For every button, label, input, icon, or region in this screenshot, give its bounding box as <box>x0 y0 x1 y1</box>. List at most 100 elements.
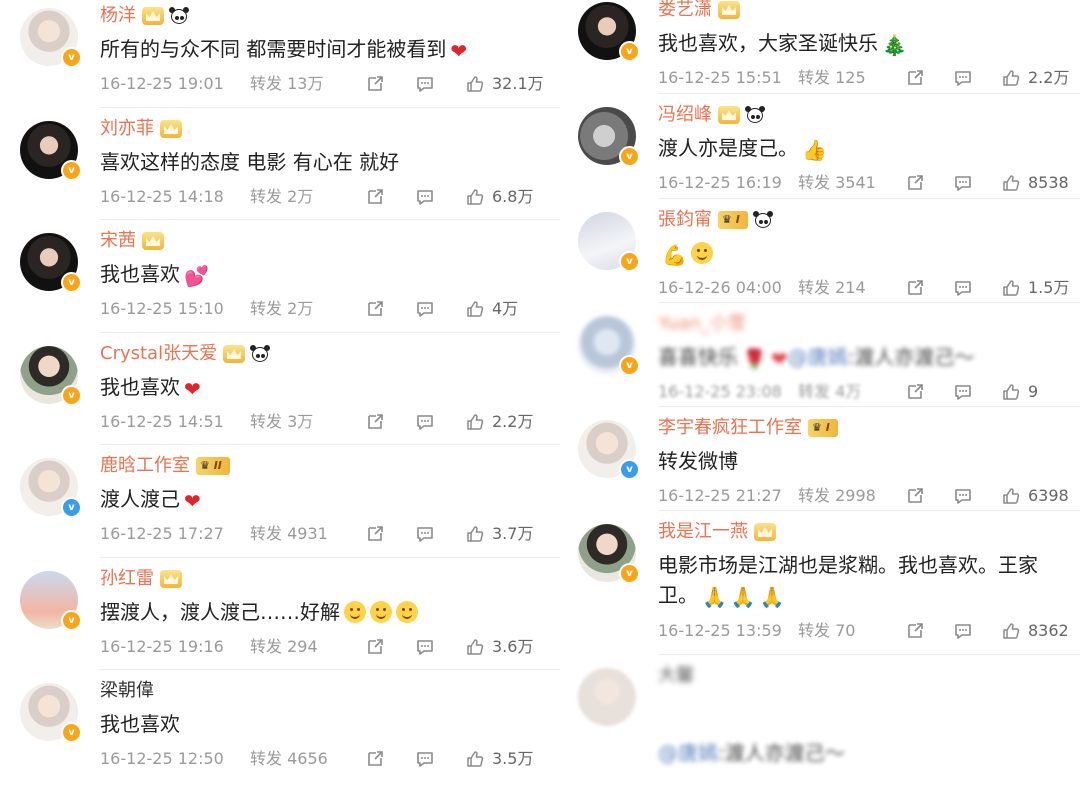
like-icon[interactable] <box>466 75 484 93</box>
username-link[interactable]: 我是江一燕 <box>658 520 776 544</box>
share-icon[interactable] <box>906 383 924 401</box>
comment-icon[interactable] <box>954 69 972 87</box>
avatar[interactable]: v <box>20 458 82 518</box>
repost-button[interactable]: 转发 13万 <box>250 72 323 96</box>
like-count[interactable]: 1.5万 <box>1028 276 1069 300</box>
share-icon[interactable] <box>906 174 924 192</box>
comment-icon[interactable] <box>954 622 972 640</box>
avatar[interactable]: v <box>20 683 82 743</box>
username-text: 孙红雷 <box>100 568 154 589</box>
like-icon[interactable] <box>1002 622 1020 640</box>
like-icon[interactable] <box>1002 487 1020 505</box>
share-icon[interactable] <box>366 75 384 93</box>
repost-button[interactable]: 转发 2万 <box>250 297 313 321</box>
comment-item: v Crystal张天爱 我也喜欢 ❤ 16-12-25 14:51 转发 3万 2.2万 <box>18 338 560 448</box>
like-count[interactable]: 6.8万 <box>492 185 533 209</box>
avatar[interactable]: v <box>578 2 640 62</box>
username-link[interactable]: Yuan_小雪 <box>658 312 746 336</box>
share-icon[interactable] <box>366 300 384 318</box>
like-count[interactable]: 3.5万 <box>492 747 533 771</box>
share-icon[interactable] <box>366 413 384 431</box>
like-icon[interactable] <box>466 638 484 656</box>
like-icon[interactable] <box>466 413 484 431</box>
share-icon[interactable] <box>906 279 924 297</box>
crown-membership-icon <box>142 7 164 25</box>
share-icon[interactable] <box>366 525 384 543</box>
avatar[interactable]: v <box>578 316 640 376</box>
avatar[interactable]: v <box>578 212 640 272</box>
praying-hands-emoji: 🙏 <box>730 585 756 609</box>
comment-icon[interactable] <box>954 279 972 297</box>
avatar[interactable] <box>578 668 636 726</box>
like-count[interactable]: 6398 <box>1028 484 1069 508</box>
comment-icon[interactable] <box>416 413 434 431</box>
repost-button[interactable]: 转发 3万 <box>250 410 313 434</box>
repost-button[interactable]: 转发 2万 <box>250 185 313 209</box>
repost-button[interactable]: 转发 2998 <box>798 484 876 508</box>
share-icon[interactable] <box>906 622 924 640</box>
mention-link[interactable]: @唐嫣 <box>658 741 718 765</box>
like-icon[interactable] <box>1002 69 1020 87</box>
like-icon[interactable] <box>466 188 484 206</box>
comment-icon[interactable] <box>416 75 434 93</box>
repost-button[interactable]: 转发 4万 <box>798 380 861 404</box>
avatar[interactable]: v <box>20 346 82 406</box>
username-link[interactable]: 梁朝偉 <box>100 679 154 703</box>
timestamp: 16-12-25 14:51 <box>100 412 224 431</box>
like-icon[interactable] <box>466 750 484 768</box>
mention-link[interactable]: @唐嫣 <box>788 345 848 369</box>
like-count[interactable]: 8362 <box>1028 619 1069 643</box>
share-icon[interactable] <box>906 69 924 87</box>
avatar[interactable]: v <box>20 233 82 293</box>
like-count[interactable]: 32.1万 <box>492 72 544 96</box>
username-link[interactable]: 冯绍峰 <box>658 103 765 127</box>
username-link[interactable]: 娄艺潇 <box>658 0 740 22</box>
avatar[interactable]: v <box>20 8 82 68</box>
username-link[interactable]: 李宇春疯狂工作室 I <box>658 416 838 440</box>
repost-button[interactable]: 转发 294 <box>250 635 318 659</box>
comment-icon[interactable] <box>954 487 972 505</box>
comment-icon[interactable] <box>416 638 434 656</box>
username-link[interactable]: 大馨 <box>658 664 694 688</box>
repost-button[interactable]: 转发 4931 <box>250 522 328 546</box>
share-icon[interactable] <box>906 487 924 505</box>
comment-icon[interactable] <box>416 188 434 206</box>
comment-icon[interactable] <box>416 300 434 318</box>
like-icon[interactable] <box>1002 174 1020 192</box>
repost-button[interactable]: 转发 70 <box>798 619 855 643</box>
repost-button[interactable]: 转发 125 <box>798 66 866 90</box>
avatar[interactable]: v <box>20 121 82 181</box>
username-link[interactable]: Crystal张天爱 <box>100 342 270 366</box>
username-link[interactable]: 張鈞甯 I <box>658 208 773 232</box>
repost-button[interactable]: 转发 4656 <box>250 747 328 771</box>
comment-icon[interactable] <box>416 525 434 543</box>
share-icon[interactable] <box>366 188 384 206</box>
comment-icon[interactable] <box>954 174 972 192</box>
username-link[interactable]: 刘亦菲 <box>100 117 182 141</box>
like-count[interactable]: 3.6万 <box>492 635 533 659</box>
like-icon[interactable] <box>466 300 484 318</box>
like-count[interactable]: 2.2万 <box>492 410 533 434</box>
like-icon[interactable] <box>1002 279 1020 297</box>
share-icon[interactable] <box>366 638 384 656</box>
comment-icon[interactable] <box>416 750 434 768</box>
like-count[interactable]: 2.2万 <box>1028 66 1069 90</box>
repost-button[interactable]: 转发 214 <box>798 276 866 300</box>
avatar[interactable]: v <box>578 420 640 480</box>
like-count[interactable]: 9 <box>1028 380 1038 404</box>
repost-button[interactable]: 转发 3541 <box>798 171 876 195</box>
avatar[interactable]: v <box>20 571 82 631</box>
username-link[interactable]: 杨洋 <box>100 4 189 28</box>
comment-icon[interactable] <box>954 383 972 401</box>
username-link[interactable]: 宋茜 <box>100 229 164 253</box>
like-count[interactable]: 4万 <box>492 297 518 321</box>
username-link[interactable]: 鹿晗工作室 II <box>100 454 230 478</box>
like-count[interactable]: 8538 <box>1028 171 1069 195</box>
username-link[interactable]: 孙红雷 <box>100 567 182 591</box>
avatar[interactable]: v <box>578 524 640 584</box>
like-icon[interactable] <box>466 525 484 543</box>
share-icon[interactable] <box>366 750 384 768</box>
like-count[interactable]: 3.7万 <box>492 522 533 546</box>
avatar[interactable]: v <box>578 107 640 167</box>
like-icon[interactable] <box>1002 383 1020 401</box>
